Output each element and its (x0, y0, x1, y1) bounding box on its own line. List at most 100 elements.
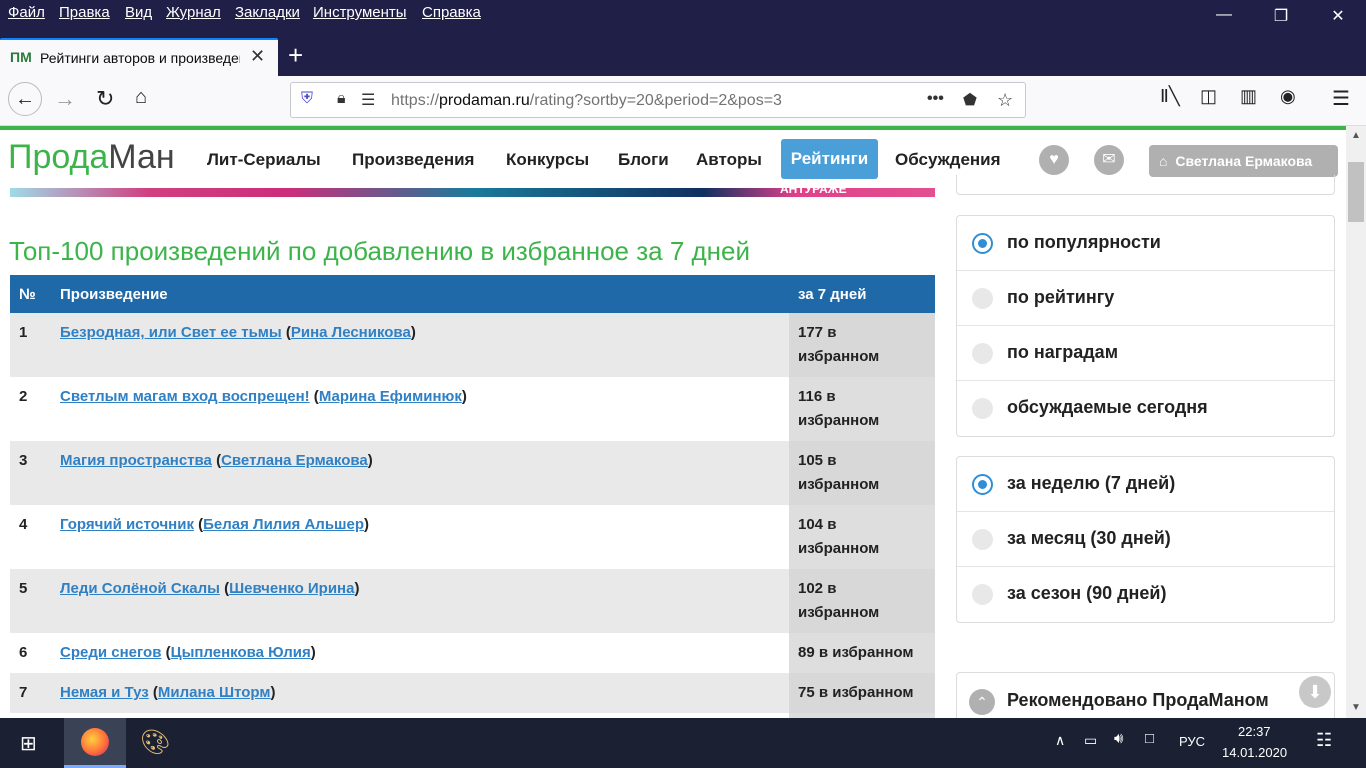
author-link[interactable]: Милана Шторм (158, 684, 271, 701)
page-scrollbar[interactable]: ▲ ▼ (1346, 126, 1366, 718)
row-number: 6 (19, 644, 28, 661)
browser-tab[interactable]: ПМ Рейтинги авторов и произведений ✕ (0, 38, 278, 76)
scroll-up-icon[interactable]: ▲ (1351, 130, 1361, 141)
rating-table: № Произведение за 7 дней 1 Безродная, или… (10, 275, 935, 753)
restore-button[interactable]: ❐ (1270, 6, 1292, 28)
new-tab-button[interactable]: + (288, 40, 303, 71)
notifications-icon[interactable]: ☷ (1316, 730, 1332, 751)
work-title-link[interactable]: Горячий источник (60, 516, 194, 533)
author-link[interactable]: Рина Лесникова (291, 324, 411, 341)
nav-authors[interactable]: Авторы (696, 150, 762, 170)
col-header-number: № (10, 275, 51, 313)
work-title-link[interactable]: Немая и Туз (60, 684, 149, 701)
row-count: 177 в избранном (789, 313, 935, 377)
back-arrow-icon[interactable]: ← (8, 82, 42, 116)
menu-tools[interactable]: Инструменты (313, 4, 407, 21)
author-link[interactable]: Белая Лилия Альшер (203, 516, 364, 533)
period-options-panel: за неделю (7 дней) за месяц (30 дней) за… (956, 456, 1335, 623)
work-title-link[interactable]: Магия пространства (60, 452, 212, 469)
nav-lit-serials[interactable]: Лит-Сериалы (207, 150, 321, 170)
menu-bar: Файл Правка Вид Журнал Закладки Инструме… (0, 0, 1366, 34)
page-actions-icon[interactable]: ••• (927, 90, 944, 108)
period-option-month[interactable]: за месяц (30 дней) (957, 512, 1334, 567)
nav-ratings[interactable]: Рейтинги (781, 139, 878, 179)
nav-contests[interactable]: Конкурсы (506, 150, 589, 170)
ad-banner[interactable]: АНТУРАЖЕ (10, 182, 935, 197)
address-bar[interactable]: ⛨ 🔒︎ ☰ https://prodaman.ru/rating?sortby… (290, 82, 1026, 118)
radio-selected[interactable] (972, 474, 993, 495)
heart-icon[interactable]: ♥ (1039, 145, 1069, 175)
pocket-icon[interactable]: ⬟ (963, 90, 977, 110)
scroll-down-icon[interactable]: ▼ (1351, 702, 1361, 713)
download-arrow-icon[interactable]: ⬇ (1299, 676, 1331, 708)
tracking-shield-icon[interactable]: ⛨ (301, 90, 313, 108)
period-option-week[interactable]: за неделю (7 дней) (957, 457, 1334, 512)
taskbar-firefox[interactable] (64, 718, 126, 768)
table-row: 4 Горячий источник (Белая Лилия Альшер) 10… (10, 505, 935, 569)
author-link[interactable]: Цыпленкова Юлия (171, 644, 311, 661)
period-option-season[interactable]: за сезон (90 дней) (957, 567, 1334, 622)
radio-unselected[interactable] (972, 343, 993, 364)
table-row: 1 Безродная, или Свет ее тьмы (Рина Лесни… (10, 313, 935, 377)
account-icon[interactable]: ◉ (1280, 86, 1296, 107)
clock-date[interactable]: 14.01.2020 (1222, 745, 1287, 760)
menu-view[interactable]: Вид (125, 4, 152, 21)
recommended-section[interactable]: ⌃ Рекомендовано ПродаМаном 5 (956, 672, 1335, 722)
mail-icon[interactable]: ✉ (1094, 145, 1124, 175)
language-indicator[interactable]: РУС (1179, 734, 1205, 749)
scrollbar-thumb[interactable] (1348, 162, 1364, 222)
close-window-button[interactable]: ✕ (1327, 6, 1349, 28)
work-title-link[interactable]: Безродная, или Свет ее тьмы (60, 324, 282, 341)
table-row: 7 Немая и Туз (Милана Шторм) 75 в избранно… (10, 673, 935, 713)
sort-option-discussed[interactable]: обсуждаемые сегодня (957, 381, 1334, 436)
radio-unselected[interactable] (972, 398, 993, 419)
radio-unselected[interactable] (972, 584, 993, 605)
reload-icon[interactable]: ↻ (96, 86, 114, 112)
site-logo[interactable]: ПродаМан (8, 138, 175, 177)
lock-icon[interactable]: 🔒︎ (337, 90, 346, 108)
row-count: 75 в избранном (789, 673, 935, 713)
permissions-icon[interactable]: ☰ (361, 90, 375, 110)
forward-arrow-icon[interactable]: → (54, 86, 76, 112)
windows-start-icon[interactable]: ⊞ (20, 731, 37, 756)
chevron-up-icon[interactable]: ⌃ (969, 689, 995, 715)
menu-help[interactable]: Справка (422, 4, 481, 21)
menu-bookmarks[interactable]: Закладки (235, 4, 300, 21)
network-icon[interactable]: □ (1145, 730, 1154, 747)
minimize-button[interactable]: — (1213, 6, 1235, 28)
tray-chevron-icon[interactable]: ∧ (1055, 732, 1065, 749)
work-title-link[interactable]: Леди Солёной Скалы (60, 580, 220, 597)
sort-option-awards[interactable]: по наградам (957, 326, 1334, 381)
hamburger-menu-icon[interactable]: ☰ (1332, 86, 1350, 111)
author-link[interactable]: Марина Ефиминюк (319, 388, 462, 405)
sort-option-popularity[interactable]: по популярности (957, 216, 1334, 271)
paint-icon[interactable]: 🎨︎ (140, 728, 170, 757)
user-profile-button[interactable]: ⌂ Светлана Ермакова (1149, 145, 1338, 177)
row-work: Безродная, или Свет ее тьмы (Рина Лесник… (51, 313, 789, 377)
tab-close-icon[interactable]: ✕ (250, 46, 265, 67)
work-title-link[interactable]: Светлым магам вход воспрещен! (60, 388, 310, 405)
clock-time[interactable]: 22:37 (1238, 724, 1271, 739)
sort-options-panel: по популярности по рейтингу по наградам … (956, 215, 1335, 437)
nav-discussions[interactable]: Обсуждения (895, 150, 1001, 170)
battery-icon[interactable]: ▭ (1084, 732, 1097, 749)
radio-unselected[interactable] (972, 529, 993, 550)
sort-option-rating[interactable]: по рейтингу (957, 271, 1334, 326)
home-icon[interactable]: ⌂ (135, 86, 147, 109)
volume-icon[interactable]: 🔊︎ (1114, 730, 1123, 747)
author-link[interactable]: Светлана Ермакова (221, 452, 368, 469)
radio-selected[interactable] (972, 233, 993, 254)
radio-unselected[interactable] (972, 288, 993, 309)
menu-history[interactable]: Журнал (166, 4, 221, 21)
col-header-work: Произведение (51, 275, 789, 313)
bookmark-star-icon[interactable]: ☆ (997, 90, 1013, 111)
menu-edit[interactable]: Правка (59, 4, 110, 21)
work-title-link[interactable]: Среди снегов (60, 644, 161, 661)
menu-file[interactable]: Файл (8, 4, 45, 21)
sidebar-icon[interactable]: ◫ (1200, 86, 1217, 107)
author-link[interactable]: Шевченко Ирина (229, 580, 354, 597)
nav-blogs[interactable]: Блоги (618, 150, 669, 170)
library-icon[interactable]: Ⅱ╲ (1160, 86, 1180, 107)
nav-works[interactable]: Произведения (352, 150, 474, 170)
extension-icon[interactable]: ▥ (1240, 86, 1257, 107)
